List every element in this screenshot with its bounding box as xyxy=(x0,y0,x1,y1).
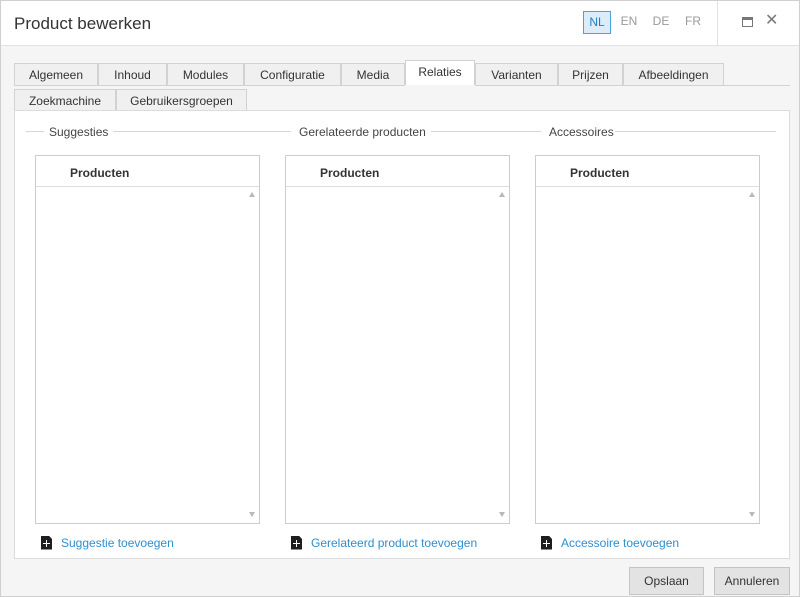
section-title-gerelateerde-producten: Gerelateerde producten xyxy=(297,125,428,139)
add-accessoire-link[interactable]: Accessoire toevoegen xyxy=(541,534,679,551)
section-rule xyxy=(615,131,776,132)
add-suggestie-link[interactable]: Suggestie toevoegen xyxy=(41,534,174,551)
dialog-title: Product bewerken xyxy=(14,14,152,33)
tab-inhoud[interactable]: Inhoud xyxy=(98,63,167,86)
column-header-label: Producten xyxy=(320,166,380,180)
tabs-row1-divider-right xyxy=(475,85,790,86)
language-de[interactable]: DE xyxy=(650,11,672,34)
close-button[interactable]: ✕ xyxy=(762,12,782,32)
scroll-up-arrow-icon[interactable] xyxy=(749,192,755,197)
add-accessoire-label: Accessoire toevoegen xyxy=(561,535,680,550)
language-en[interactable]: EN xyxy=(618,11,640,34)
tab-modules[interactable]: Modules xyxy=(167,63,244,86)
section-title-suggesties: Suggesties xyxy=(47,125,111,139)
titlebar: Product bewerken NL EN DE FR ✕ xyxy=(1,1,799,46)
column-header-label: Producten xyxy=(570,166,630,180)
suggesties-list[interactable]: Producten xyxy=(35,155,260,524)
scroll-down-arrow-icon[interactable] xyxy=(249,512,255,517)
tab-afbeeldingen[interactable]: Afbeeldingen xyxy=(623,63,724,86)
scroll-up-arrow-icon[interactable] xyxy=(249,192,255,197)
section-rule xyxy=(26,131,44,132)
column-header[interactable]: Producten xyxy=(286,156,509,187)
scroll-down-arrow-icon[interactable] xyxy=(499,512,505,517)
add-gerelateerd-product-link[interactable]: Gerelateerd product toevoegen xyxy=(291,534,477,551)
tab-media[interactable]: Media xyxy=(341,63,405,86)
add-suggestie-label: Suggestie toevoegen xyxy=(61,535,174,550)
tab-prijzen[interactable]: Prijzen xyxy=(558,63,623,86)
tabs-row1-divider xyxy=(14,85,405,86)
add-gerelateerd-product-label: Gerelateerd product toevoegen xyxy=(311,535,478,550)
tab-algemeen[interactable]: Algemeen xyxy=(14,63,98,86)
product-edit-dialog: Product bewerken NL EN DE FR ✕ Algemeen … xyxy=(0,0,800,597)
cancel-button[interactable]: Annuleren xyxy=(714,567,790,595)
tab-configuratie[interactable]: Configuratie xyxy=(244,63,341,86)
close-icon: ✕ xyxy=(765,12,779,29)
tab-gebruikersgroepen[interactable]: Gebruikersgroepen xyxy=(116,89,247,112)
save-button[interactable]: Opslaan xyxy=(629,567,704,595)
accessoires-list[interactable]: Producten xyxy=(535,155,760,524)
scroll-up-arrow-icon[interactable] xyxy=(499,192,505,197)
scroll-down-arrow-icon[interactable] xyxy=(749,512,755,517)
tab-zoekmachine[interactable]: Zoekmachine xyxy=(14,89,116,112)
language-nl[interactable]: NL xyxy=(583,11,611,34)
language-fr[interactable]: FR xyxy=(682,11,704,34)
column-header-label: Producten xyxy=(70,166,130,180)
tab-varianten[interactable]: Varianten xyxy=(475,63,558,86)
column-header[interactable]: Producten xyxy=(536,156,759,187)
add-document-icon xyxy=(41,535,52,550)
titlebar-separator xyxy=(717,1,718,46)
add-document-icon xyxy=(291,535,302,550)
gerelateerde-producten-list[interactable]: Producten xyxy=(285,155,510,524)
tab-relaties[interactable]: Relaties xyxy=(405,60,475,85)
maximize-icon xyxy=(742,17,753,27)
section-title-accessoires: Accessoires xyxy=(547,125,616,139)
maximize-button[interactable] xyxy=(737,12,757,32)
section-rule xyxy=(431,131,541,132)
section-rule xyxy=(113,131,291,132)
add-document-icon xyxy=(541,535,552,550)
column-header[interactable]: Producten xyxy=(36,156,259,187)
